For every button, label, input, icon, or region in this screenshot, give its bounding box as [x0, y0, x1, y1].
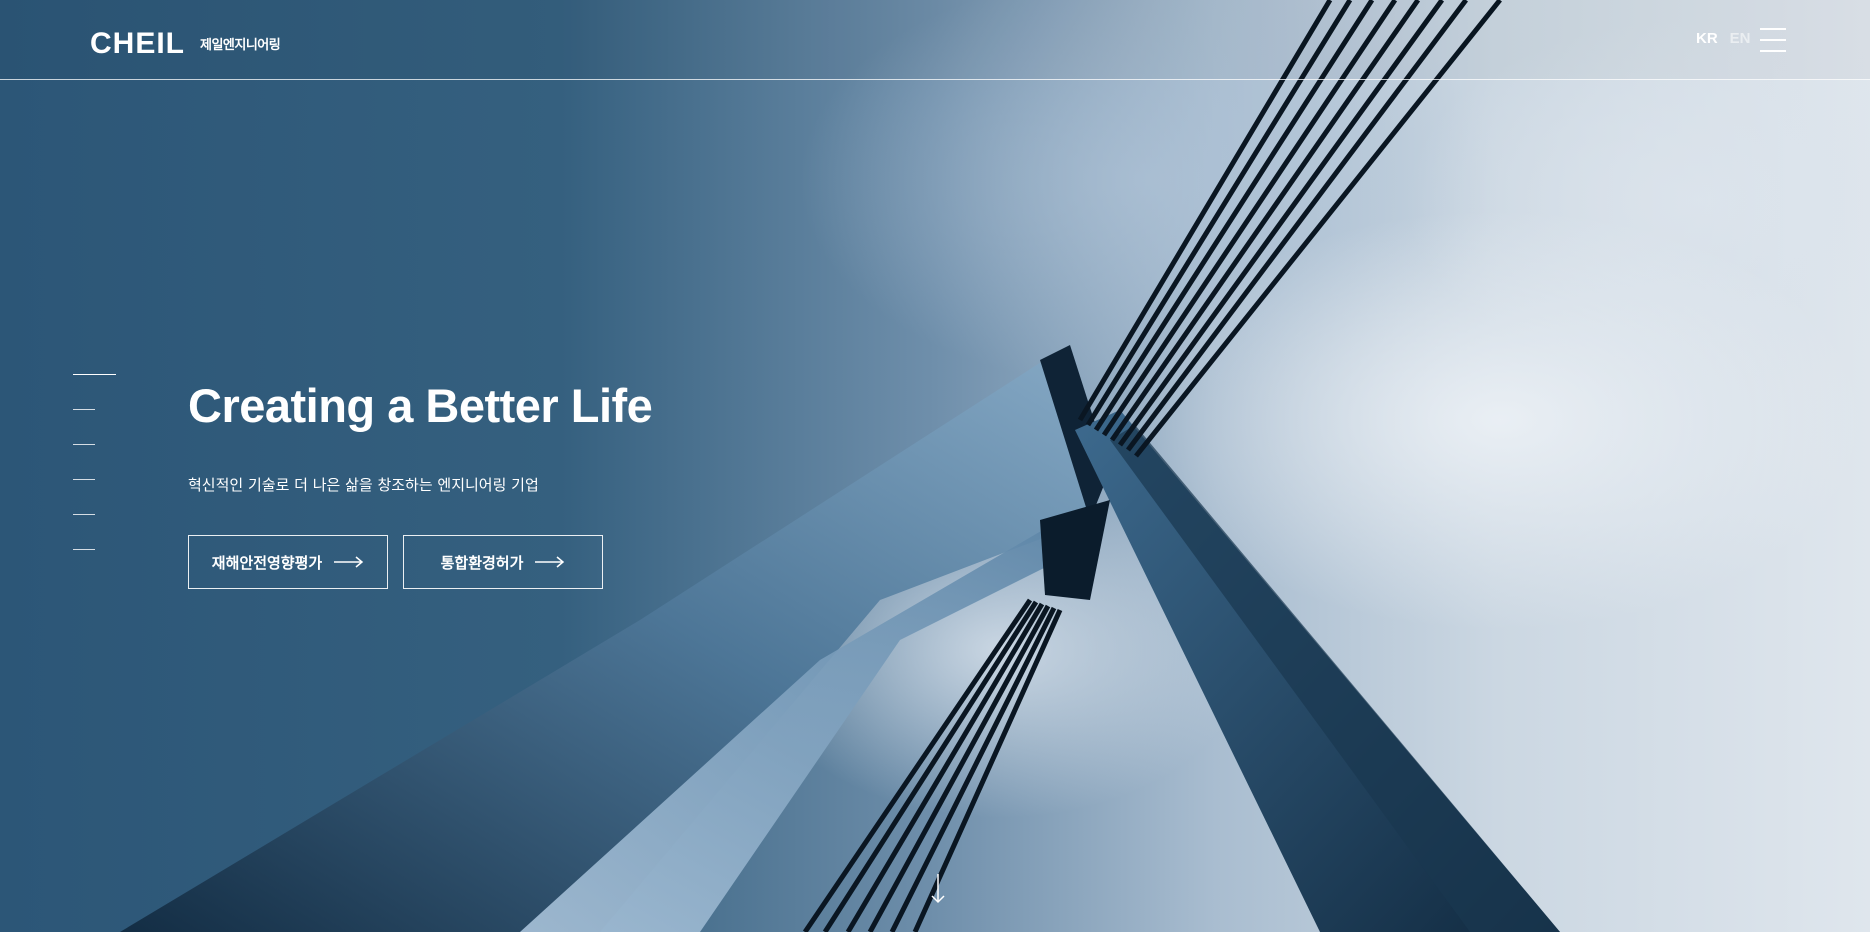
bridge-image — [120, 0, 1560, 932]
slide-pagination — [73, 374, 116, 584]
logo[interactable]: CHEIL 제일엔지니어링 — [90, 22, 281, 56]
button-label: 통합환경허가 — [440, 553, 524, 572]
hero-subtitle: 혁신적인 기술로 더 나은 삶을 창조하는 엔지니어링 기업 — [188, 476, 539, 494]
slide-indicator-5[interactable] — [73, 514, 95, 515]
integrated-environment-permit-button[interactable]: 통합환경허가 — [403, 535, 603, 589]
logo-subtitle: 제일엔지니어링 — [200, 38, 281, 53]
hero-background — [0, 0, 1870, 932]
slide-indicator-3[interactable] — [73, 444, 95, 445]
disaster-safety-assessment-button[interactable]: 재해안전영향평가 — [188, 535, 388, 589]
lang-en-link[interactable]: EN — [1730, 30, 1751, 47]
menu-bar — [1760, 50, 1786, 52]
slide-indicator-4[interactable] — [73, 479, 95, 480]
menu-bar — [1760, 39, 1786, 41]
hero-title: Creating a Better Life — [188, 379, 653, 432]
button-label: 재해안전영향평가 — [211, 553, 323, 572]
slide-indicator-6[interactable] — [73, 549, 95, 550]
cheil-logo-icon: CHEIL — [90, 27, 185, 56]
svg-text:CHEIL: CHEIL — [90, 27, 185, 56]
site-header: CHEIL 제일엔지니어링 KR EN — [0, 0, 1870, 80]
slide-indicator-2[interactable] — [73, 409, 95, 410]
language-switcher: KR EN — [1696, 30, 1751, 47]
lang-kr-link[interactable]: KR — [1696, 30, 1718, 47]
menu-bar — [1760, 28, 1786, 30]
arrow-down-icon[interactable] — [930, 874, 946, 904]
hamburger-menu-icon[interactable] — [1760, 28, 1786, 52]
arrow-right-icon — [334, 556, 364, 568]
arrow-right-icon — [535, 556, 565, 568]
slide-indicator-1[interactable] — [73, 374, 116, 375]
